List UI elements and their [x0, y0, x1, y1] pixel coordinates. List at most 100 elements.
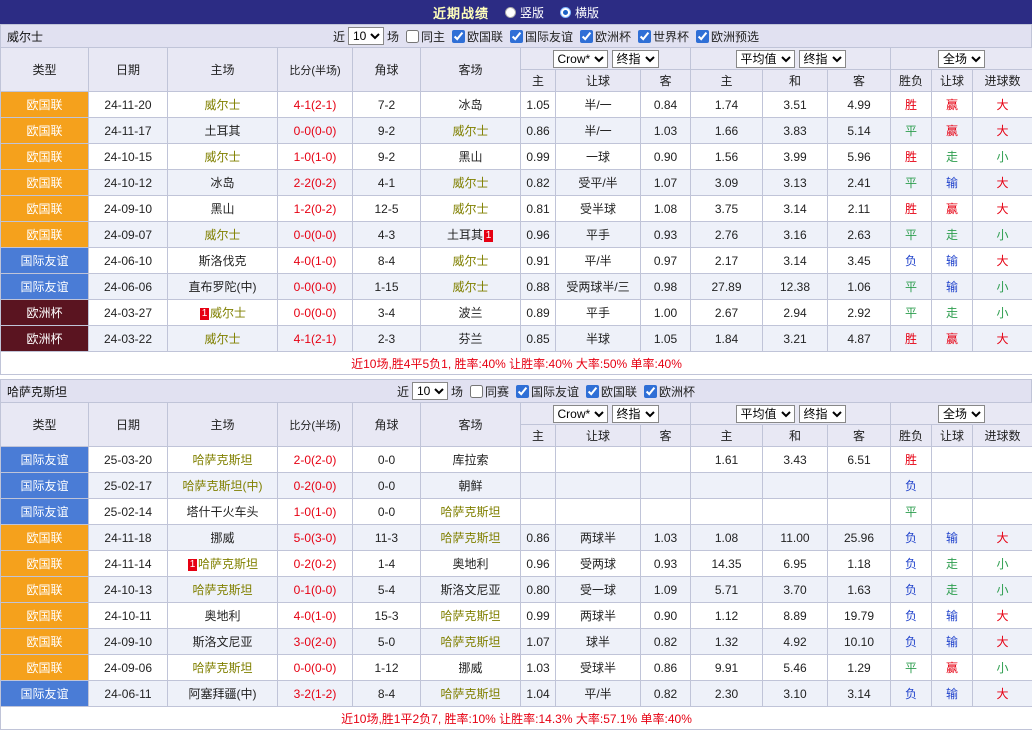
away-team-name: 土耳其: [447, 228, 483, 242]
cell-oh: 两球半: [556, 603, 641, 629]
filter-bar: 近10场同赛国际友谊欧国联欧洲杯: [337, 382, 695, 400]
col-avg-away: 客: [828, 70, 891, 92]
fullmatch-select[interactable]: 全场: [938, 405, 985, 423]
cell-date: 24-11-18: [89, 525, 168, 551]
cell-date: 24-10-15: [89, 144, 168, 170]
filter-league-checkbox-input[interactable]: [580, 30, 593, 43]
cell-score: 4-1(2-1): [278, 326, 353, 352]
layout-radio-vertical[interactable]: 竖版: [505, 4, 544, 21]
final-odds-select[interactable]: 终指: [612, 50, 659, 68]
filter-same-checkbox[interactable]: 同赛: [466, 383, 509, 400]
cell-type: 欧洲杯: [1, 326, 89, 352]
away-team-name: 威尔士: [452, 124, 488, 138]
col-result: 胜负: [891, 425, 932, 447]
cell-a1: 2.67: [691, 300, 763, 326]
cell-a2: 3.45: [828, 248, 891, 274]
cell-date: 24-03-27: [89, 300, 168, 326]
checkbox-label: 欧洲预选: [711, 28, 759, 45]
cell-oh: 两球半: [556, 525, 641, 551]
layout-radio-horizontal[interactable]: 横版: [560, 4, 599, 21]
cell-o2: [641, 447, 691, 473]
average-select[interactable]: 平均值: [736, 405, 795, 423]
cell-handicap-result: 赢: [932, 655, 973, 681]
cell-goals-result: [973, 499, 1032, 525]
filter-league-checkbox-input[interactable]: [510, 30, 523, 43]
cell-oh: 受两球半/三: [556, 274, 641, 300]
cell-away: 斯洛文尼亚: [421, 577, 521, 603]
cell-o2: 1.00: [641, 300, 691, 326]
filter-league-checkbox-input[interactable]: [516, 385, 529, 398]
cell-result: 平: [891, 222, 932, 248]
filter-same-checkbox[interactable]: 同主: [402, 28, 445, 45]
cell-goals-result: 小: [973, 551, 1032, 577]
cell-away: 芬兰: [421, 326, 521, 352]
filter-league-checkbox[interactable]: 世界杯: [634, 28, 689, 45]
filter-league-checkbox-input[interactable]: [638, 30, 651, 43]
cell-goals-result: 大: [973, 170, 1032, 196]
filter-league-checkbox[interactable]: 国际友谊: [506, 28, 573, 45]
filter-same-checkbox-input[interactable]: [406, 30, 419, 43]
filter-league-checkbox-input[interactable]: [696, 30, 709, 43]
cell-result: 平: [891, 655, 932, 681]
cell-type: 欧国联: [1, 196, 89, 222]
cell-score: 0-0(0-0): [278, 118, 353, 144]
filter-league-checkbox[interactable]: 欧洲杯: [576, 28, 631, 45]
cell-o1: 0.86: [521, 118, 556, 144]
col-away: 客场: [421, 48, 521, 92]
bookmaker-select[interactable]: Crow*: [553, 405, 608, 423]
team-name: 威尔士: [7, 28, 43, 45]
cell-goals-result: [973, 447, 1032, 473]
bookmaker-select[interactable]: Crow*: [553, 50, 608, 68]
cell-ax: 3.70: [763, 577, 828, 603]
cell-result: 平: [891, 300, 932, 326]
cell-o2: 1.05: [641, 326, 691, 352]
filter-league-checkbox[interactable]: 欧国联: [448, 28, 503, 45]
cell-handicap-result: [932, 447, 973, 473]
cell-score: 0-1(0-0): [278, 577, 353, 603]
match-row: 欧国联24-11-17土耳其0-0(0-0)9-2威尔士0.86半/一1.031…: [1, 118, 1032, 144]
cell-handicap-result: 输: [932, 248, 973, 274]
cell-date: 25-02-14: [89, 499, 168, 525]
cell-type: 欧国联: [1, 655, 89, 681]
final-odds-select-2[interactable]: 终指: [799, 405, 846, 423]
col-odds-home: 主: [521, 425, 556, 447]
cell-corner: 11-3: [353, 525, 421, 551]
checkbox-label: 欧国联: [467, 28, 503, 45]
average-select[interactable]: 平均值: [736, 50, 795, 68]
cell-home: 哈萨克斯坦: [168, 577, 278, 603]
match-count-select[interactable]: 10: [412, 382, 448, 400]
final-odds-select-2[interactable]: 终指: [799, 50, 846, 68]
cell-result: 负: [891, 551, 932, 577]
match-row: 欧国联24-11-141哈萨克斯坦0-2(0-2)1-4奥地利0.96受两球0.…: [1, 551, 1032, 577]
cell-goals-result: [973, 473, 1032, 499]
cell-a1: 1.12: [691, 603, 763, 629]
home-team-name: 哈萨克斯坦: [192, 661, 252, 675]
final-odds-select[interactable]: 终指: [612, 405, 659, 423]
cell-oh: [556, 473, 641, 499]
cell-o1: 1.04: [521, 681, 556, 707]
cell-date: 24-06-11: [89, 681, 168, 707]
col-avg-draw: 和: [763, 425, 828, 447]
cell-ax: 2.94: [763, 300, 828, 326]
filter-league-checkbox[interactable]: 国际友谊: [512, 383, 579, 400]
cell-date: 24-06-06: [89, 274, 168, 300]
away-team-name: 威尔士: [452, 176, 488, 190]
filter-league-checkbox-input[interactable]: [586, 385, 599, 398]
filter-league-checkbox-input[interactable]: [452, 30, 465, 43]
filter-league-checkbox[interactable]: 欧国联: [582, 383, 637, 400]
match-row: 欧国联24-10-11奥地利4-0(1-0)15-3哈萨克斯坦0.99两球半0.…: [1, 603, 1032, 629]
fullmatch-select[interactable]: 全场: [938, 50, 985, 68]
filter-league-checkbox-input[interactable]: [644, 385, 657, 398]
checkbox-label: 欧国联: [601, 383, 637, 400]
filter-league-checkbox[interactable]: 欧洲杯: [640, 383, 695, 400]
filter-near-label: 近: [333, 28, 345, 45]
match-count-select[interactable]: 10: [348, 27, 384, 45]
filter-league-checkbox[interactable]: 欧洲预选: [692, 28, 759, 45]
cell-home: 斯洛伐克: [168, 248, 278, 274]
away-team-name: 威尔士: [452, 202, 488, 216]
cell-a1: 1.66: [691, 118, 763, 144]
filter-same-checkbox-input[interactable]: [470, 385, 483, 398]
topbar: 近期战绩 竖版 横版: [0, 0, 1032, 24]
summary-row: 近10场,胜1平2负7, 胜率:10% 让胜率:14.3% 大率:57.1% 单…: [1, 707, 1032, 730]
cell-away: 威尔士: [421, 170, 521, 196]
